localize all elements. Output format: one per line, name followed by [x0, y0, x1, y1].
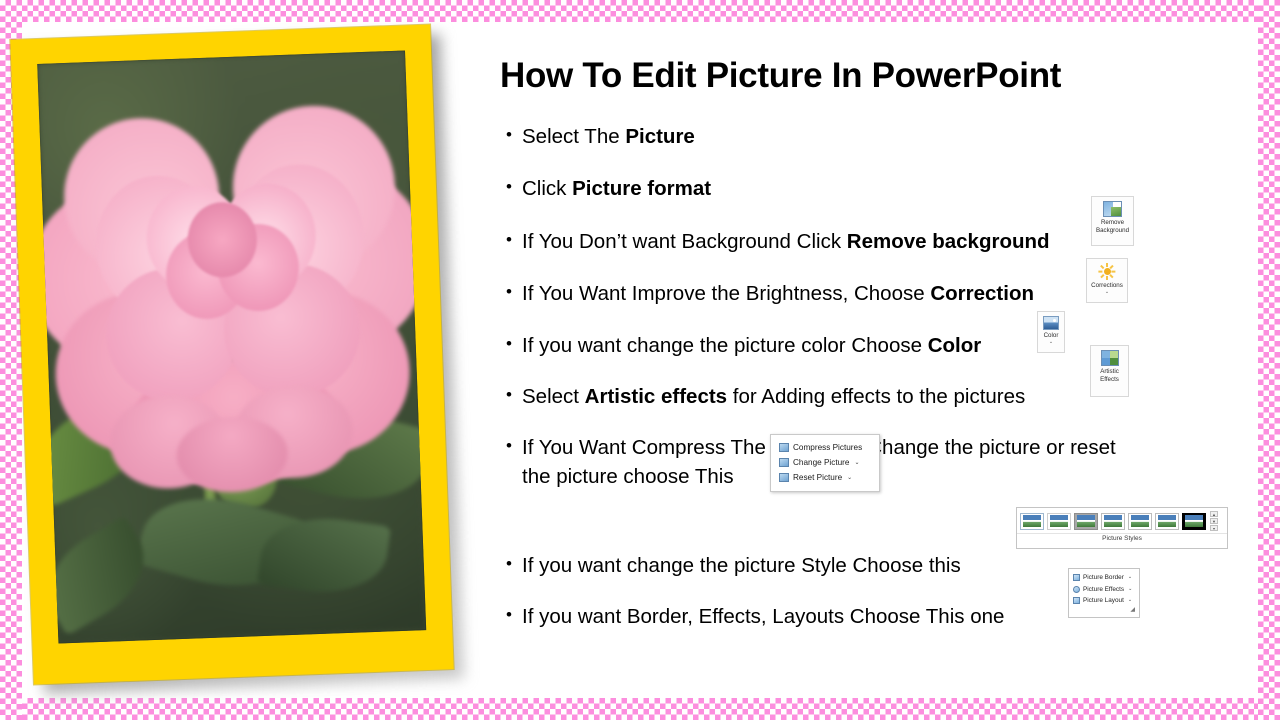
picture-layout-button[interactable]: Picture Layout ⌄	[1073, 595, 1135, 607]
slide-canvas: How To Edit Picture In PowerPoint • Sele…	[0, 0, 1280, 720]
bullet-text-bold: Picture format	[572, 177, 712, 201]
bullet-text-pre: If You Don’t want Background Click	[522, 230, 847, 254]
picture-style-thumb-3[interactable]	[1074, 512, 1098, 530]
bullet-corrections: • If You Want Improve the Brightness, Ch…	[500, 279, 1140, 308]
dialog-launcher-icon[interactable]: ◢	[1073, 607, 1135, 613]
color-button[interactable]: Color ⌄	[1037, 311, 1065, 353]
bullet-text: If you want change the picture color Cho…	[522, 331, 981, 360]
reset-picture-icon	[779, 473, 789, 482]
picture-styles-thumbnails: ▲ ▼ ▾	[1017, 508, 1227, 533]
picture-style-thumb-2[interactable]	[1047, 512, 1071, 530]
bullet-text: If You Don’t want Background Click Remov…	[522, 227, 1050, 256]
menu-item-label: Compress Pictures	[793, 442, 863, 452]
scroll-down-icon[interactable]: ▼	[1210, 518, 1218, 524]
checkered-border-right	[1258, 0, 1280, 720]
remove-background-button[interactable]: Remove Background	[1091, 196, 1134, 246]
page-title: How To Edit Picture In PowerPoint	[500, 56, 1062, 95]
picture-style-thumb-6[interactable]	[1155, 512, 1179, 530]
picture-style-thumb-7[interactable]	[1182, 512, 1206, 530]
chevron-down-icon[interactable]: ⌄	[1049, 339, 1053, 344]
compress-picture-menu[interactable]: Compress Pictures Change Picture ⌄ Reset…	[770, 434, 880, 492]
compress-pictures-icon	[779, 443, 789, 452]
remove-background-icon	[1103, 201, 1122, 217]
gallery-scrollbar[interactable]: ▲ ▼ ▾	[1210, 511, 1218, 531]
framed-photo[interactable]	[10, 24, 465, 695]
checkered-border-bottom	[0, 698, 1280, 720]
bullet-text-pre: Click	[522, 177, 573, 201]
chevron-down-icon[interactable]: ⌄	[1105, 289, 1109, 294]
bullet-icon: •	[506, 436, 512, 456]
bullet-icon: •	[506, 605, 512, 625]
change-picture-icon	[779, 458, 789, 467]
bullet-select-the-picture: • Select The Picture	[500, 122, 1140, 151]
bullet-icon: •	[506, 177, 512, 197]
picture-effects-label: Picture Effects	[1083, 585, 1125, 593]
bullet-remove-background: • If You Don’t want Background Click Rem…	[500, 227, 1140, 256]
picture-layout-label: Picture Layout	[1083, 597, 1124, 604]
picture-border-effects-layout-panel[interactable]: Picture Border ⌄ Picture Effects ⌄ Pictu…	[1068, 568, 1140, 618]
chevron-down-icon[interactable]: ⌄	[1128, 573, 1132, 583]
artistic-effects-button[interactable]: Artistic Effects	[1090, 345, 1129, 397]
bullet-artistic-effects: • Select Artistic effects for Adding eff…	[500, 382, 1140, 411]
picture-border-label: Picture Border	[1083, 574, 1124, 581]
bullet-text-pre: If you want change the picture color Cho…	[522, 334, 928, 358]
bullet-text-pre: If You Want Improve the Brightness, Choo…	[522, 282, 931, 306]
picture-border-icon	[1073, 574, 1080, 582]
corrections-sun-icon	[1099, 263, 1116, 280]
picture-styles-label: Picture Styles	[1017, 533, 1227, 544]
bullet-icon: •	[506, 230, 512, 250]
picture-effects-icon	[1073, 585, 1080, 593]
photo-yellow-frame	[10, 24, 454, 685]
bullet-text-pre: Select The	[522, 125, 626, 149]
bullet-text: Click Picture format	[522, 174, 711, 203]
remove-background-label-line1: Remove	[1100, 219, 1125, 226]
bullet-icon: •	[506, 334, 512, 354]
menu-item-compress-pictures[interactable]: Compress Pictures	[777, 440, 873, 455]
picture-layout-icon	[1073, 597, 1080, 605]
picture-styles-gallery[interactable]: ▲ ▼ ▾ Picture Styles	[1016, 507, 1228, 549]
bullet-text-pre: Select	[522, 385, 585, 409]
color-icon	[1043, 316, 1059, 330]
chevron-down-icon[interactable]: ⌄	[854, 457, 859, 469]
menu-item-label: Reset Picture	[793, 472, 843, 482]
remove-background-label-line2: Background	[1095, 226, 1130, 234]
bullet-icon: •	[506, 554, 512, 574]
bullet-text-bold: Color	[927, 334, 982, 358]
bullet-icon: •	[506, 125, 512, 145]
bullet-icon: •	[506, 282, 512, 302]
bullet-text: Select Artistic effects for Adding effec…	[522, 382, 1025, 411]
bullet-picture-style: • If you want change the picture Style C…	[500, 551, 1140, 580]
bullet-icon: •	[506, 385, 512, 405]
picture-border-button[interactable]: Picture Border ⌄	[1073, 572, 1135, 584]
gallery-more-icon[interactable]: ▾	[1210, 525, 1218, 531]
bullet-text-bold: Correction	[930, 282, 1034, 306]
chevron-down-icon[interactable]: ⌄	[1128, 585, 1132, 595]
menu-item-label: Change Picture	[793, 457, 850, 467]
bullet-text-bold: Picture	[625, 125, 695, 149]
menu-item-change-picture[interactable]: Change Picture ⌄	[777, 455, 873, 470]
picture-effects-button[interactable]: Picture Effects ⌄	[1073, 584, 1135, 596]
artistic-effects-label-line1: Artistic	[1100, 368, 1119, 375]
chevron-down-icon[interactable]: ⌄	[1128, 596, 1132, 606]
bullet-border-effects-layouts: • If you want Border, Effects, Layouts C…	[500, 602, 1140, 631]
bullet-text-post: for Adding effects to the pictures	[727, 385, 1026, 409]
picture-style-thumb-1[interactable]	[1020, 512, 1044, 530]
picture-style-thumb-5[interactable]	[1128, 512, 1152, 530]
menu-item-reset-picture[interactable]: Reset Picture ⌄	[777, 470, 873, 485]
artistic-effects-label-line2: Effects	[1100, 375, 1119, 383]
rose-photograph	[37, 50, 427, 644]
corrections-button[interactable]: Corrections ⌄	[1086, 258, 1128, 303]
picture-style-thumb-4[interactable]	[1101, 512, 1125, 530]
bullet-text: If you want change the picture Style Cho…	[522, 554, 961, 578]
chevron-down-icon[interactable]: ⌄	[847, 472, 852, 484]
bullet-text: If you want Border, Effects, Layouts Cho…	[522, 605, 1005, 629]
scroll-up-icon[interactable]: ▲	[1210, 511, 1218, 517]
bullet-text-bold: Artistic effects	[584, 385, 728, 409]
checkered-border-top	[0, 0, 1280, 22]
artistic-effects-icon	[1100, 350, 1119, 366]
bullet-text-bold: Remove background	[846, 230, 1050, 254]
bullet-text: If You Want Improve the Brightness, Choo…	[522, 279, 1034, 308]
bullet-text: Select The Picture	[522, 122, 695, 151]
bullet-click-picture-format: • Click Picture format	[500, 174, 1140, 203]
